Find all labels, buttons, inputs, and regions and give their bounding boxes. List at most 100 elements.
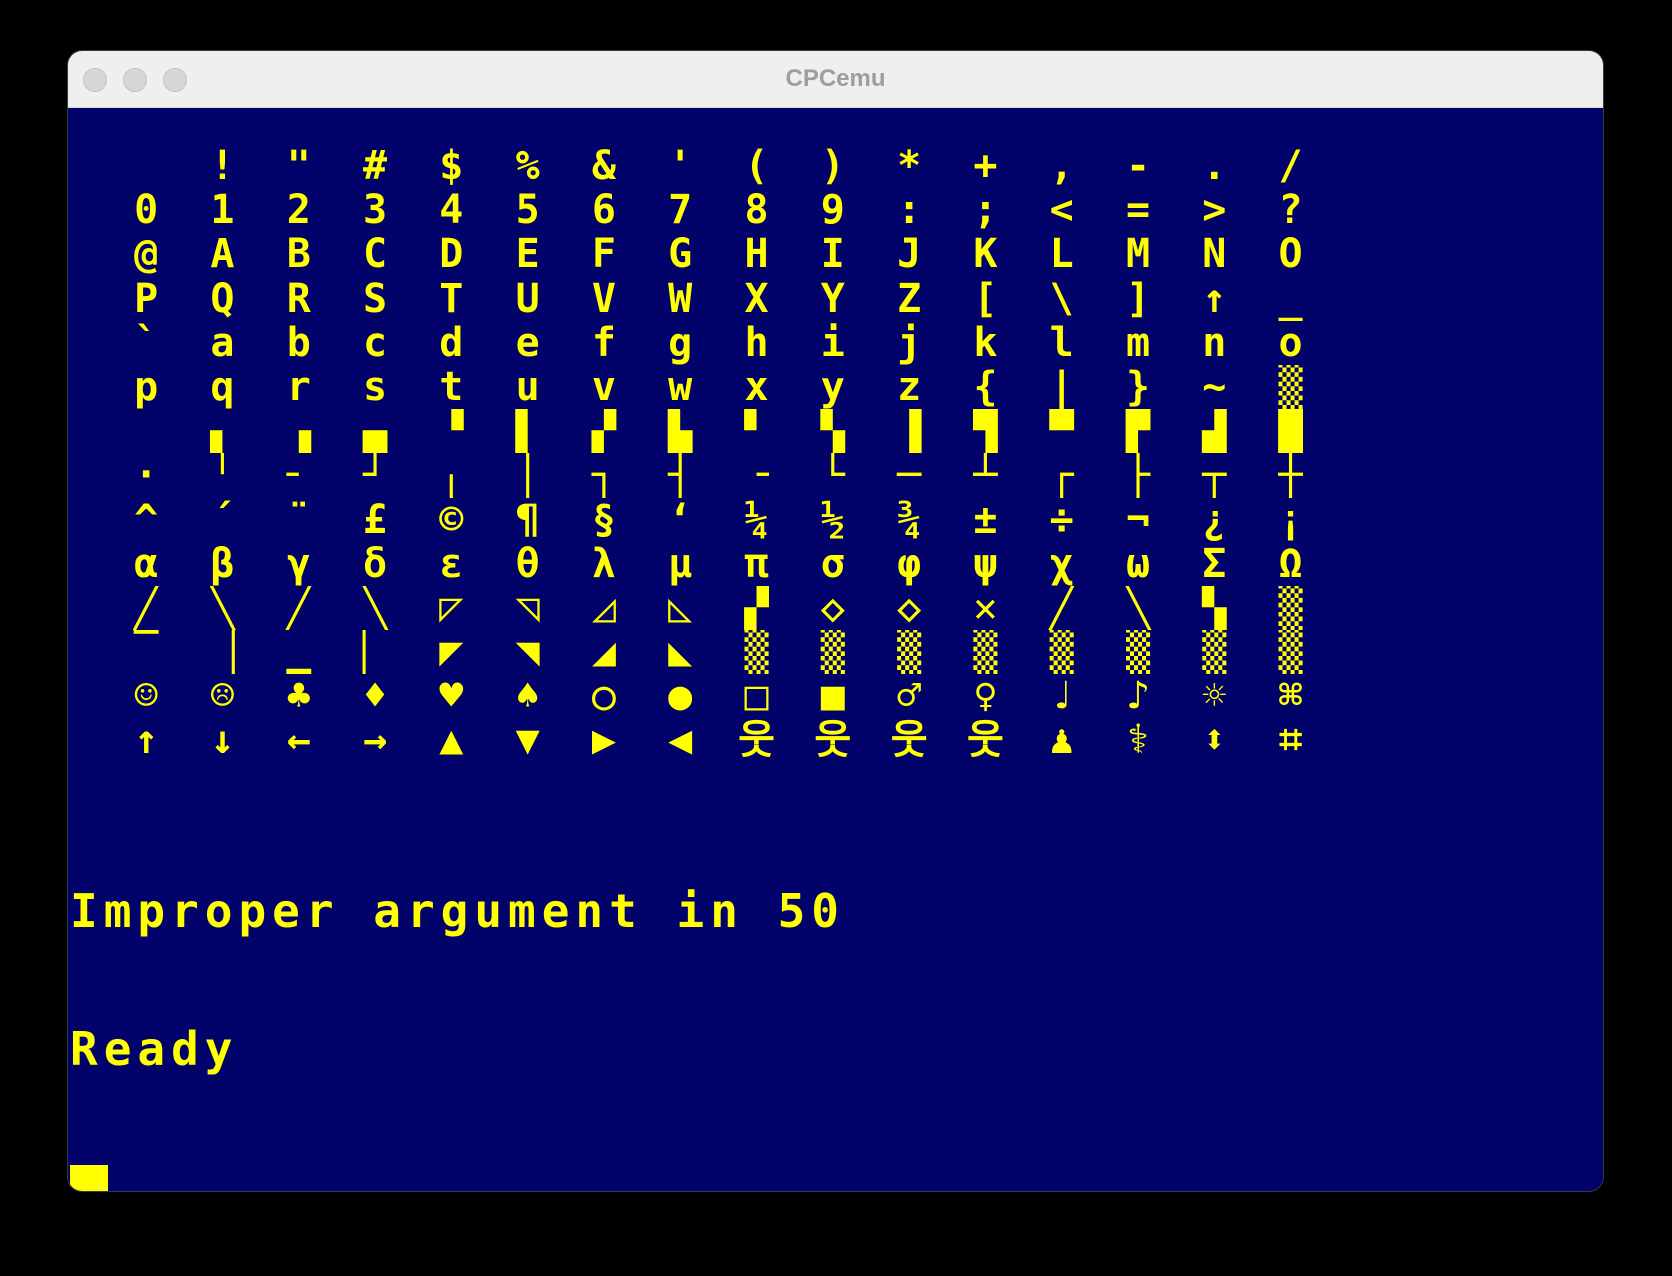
charmap-glyph: > (1202, 188, 1227, 233)
charmap-glyph: ( (744, 144, 769, 189)
charmap-glyph: Σ (1202, 541, 1227, 586)
charmap-glyph: ' (668, 144, 693, 189)
charmap-glyph: ▒ (744, 630, 769, 675)
charmap-glyph: ¼ (744, 497, 769, 542)
charmap-glyph: ─ (897, 453, 922, 498)
charmap-glyph: ╲ (362, 585, 388, 631)
charmap-glyph: D (439, 232, 464, 277)
window-title: CPCemu (785, 65, 886, 92)
charmap-glyph: ▞ (591, 409, 616, 454)
charmap-glyph: ▲ (439, 718, 464, 763)
charmap-glyph: 웃 (814, 718, 852, 763)
charmap-glyph: W (668, 276, 693, 321)
charmap-glyph: ├ (1125, 453, 1151, 498)
charmap-glyph: ▝ (439, 409, 464, 454)
charmap-glyph: 웃 (967, 718, 1004, 763)
charmap-glyph: E (515, 232, 540, 277)
charmap-glyph: ╴ (286, 453, 311, 498)
charmap-glyph: ♂ (897, 674, 922, 719)
charmap-glyph: 웃 (890, 718, 928, 763)
charmap-glyph: u (515, 364, 540, 410)
charmap-glyph: ] (1125, 276, 1151, 321)
charmap-glyph: * (897, 144, 922, 189)
charmap-glyph: ┼ (1278, 453, 1303, 498)
charmap-glyph: O (1278, 232, 1303, 277)
charmap-glyph: ▕ (210, 630, 235, 675)
charmap-glyph: δ (362, 541, 388, 586)
charmap-glyph: y (820, 364, 845, 410)
charmap-glyph: ← (286, 718, 311, 763)
charmap-glyph: █ (1278, 409, 1303, 454)
charmap-glyph: ¶ (515, 497, 540, 542)
charmap-glyph: { (973, 364, 998, 410)
charmap-glyph: ◢ (591, 630, 616, 675)
charmap-glyph: ▟ (1202, 409, 1227, 454)
charmap-glyph: ‘ (668, 497, 693, 542)
charmap-glyph: ♦ (362, 674, 388, 719)
charmap-glyph: | (1049, 364, 1074, 410)
charmap-glyph: ◹ (515, 585, 540, 631)
charmap-glyph: ╲ (1125, 585, 1151, 631)
charmap-glyph: 0 (134, 188, 159, 233)
charmap-glyph: ▙ (668, 409, 693, 454)
charmap-glyph: ▛ (1125, 409, 1151, 454)
charmap-glyph: ω (1125, 541, 1151, 586)
charmap-glyph: [ (973, 276, 998, 321)
charmap-glyph: t (439, 364, 464, 410)
charmap-glyph: λ (591, 541, 616, 586)
charmap-glyph: ◇ (820, 585, 845, 631)
charmap-glyph: i (820, 320, 845, 365)
charmap-glyph: ▒ (1278, 630, 1303, 675)
charmap-glyph: └ (820, 453, 845, 498)
charmap-glyph: β (210, 541, 235, 586)
charmap-glyph: φ (897, 541, 922, 586)
charmap-glyph: N (1202, 232, 1227, 277)
charmap-glyph: - (1125, 144, 1151, 189)
charmap-glyph: ◤ (439, 630, 464, 675)
charmap-glyph: ▀ (1049, 409, 1074, 454)
charmap-glyph: 2 (286, 188, 311, 233)
charmap-glyph: K (973, 232, 998, 277)
charmap-glyph: F (591, 232, 616, 277)
charmap-glyph: 웃 (738, 718, 775, 763)
charmap-glyph: ↑ (1202, 276, 1227, 321)
charmap-glyph: G (668, 232, 693, 277)
charmap-glyph: ▖ (210, 409, 235, 454)
charmap-glyph: ▄ (362, 409, 388, 454)
charmap-glyph: 9 (820, 188, 845, 233)
charmap-glyph: ♪ (1125, 674, 1151, 719)
charmap-glyph: ~ (1202, 364, 1227, 410)
charmap-glyph: 4 (439, 188, 464, 233)
charmap-glyph: θ (515, 541, 540, 586)
charmap-glyph: S (362, 276, 388, 321)
charmap-glyph: ▁ (286, 630, 311, 675)
charmap-glyph: ● (668, 674, 693, 719)
charmap-glyph: μ (668, 541, 693, 586)
charmap-glyph: ) (820, 144, 845, 189)
charmap-glyph: ✕ (973, 585, 998, 631)
charmap-glyph: Y (820, 276, 845, 321)
charmap-glyph: ¾ (897, 497, 922, 542)
charmap-glyph: ▒ (1049, 630, 1074, 675)
charmap-glyph: $ (439, 144, 464, 189)
title-bar[interactable]: CPCemu (68, 51, 1603, 108)
charmap-glyph: ´ (210, 497, 235, 542)
charmap-glyph: Q (210, 276, 235, 321)
charmap-glyph: ╵ (210, 453, 235, 498)
error-message: Improper argument in 50 (70, 884, 845, 938)
text-cursor (70, 1165, 108, 1191)
charmap-glyph: ± (973, 497, 998, 542)
charmap-glyph: 6 (591, 188, 616, 233)
charmap-glyph: + (973, 144, 998, 189)
charmap-glyph: f (591, 320, 616, 365)
charmap-glyph: B (286, 232, 311, 277)
charmap-glyph: ▶ (591, 718, 616, 763)
charmap-glyph: ◇ (897, 585, 922, 631)
charmap-glyph: 8 (744, 188, 769, 233)
emulator-screen[interactable]: ! " # $% & ' () * +, -. / 0 1 2 3 4 5 6 7 8 9:; < = >? @ A B C D E F G H… (68, 108, 1603, 1191)
charmap-glyph: h (744, 320, 769, 365)
charmap-glyph: ◺ (668, 585, 693, 631)
charmap-glyph: ╱ (286, 585, 311, 631)
charmap-glyph: ╲ (210, 585, 235, 631)
charmap-glyph: H (744, 232, 769, 277)
